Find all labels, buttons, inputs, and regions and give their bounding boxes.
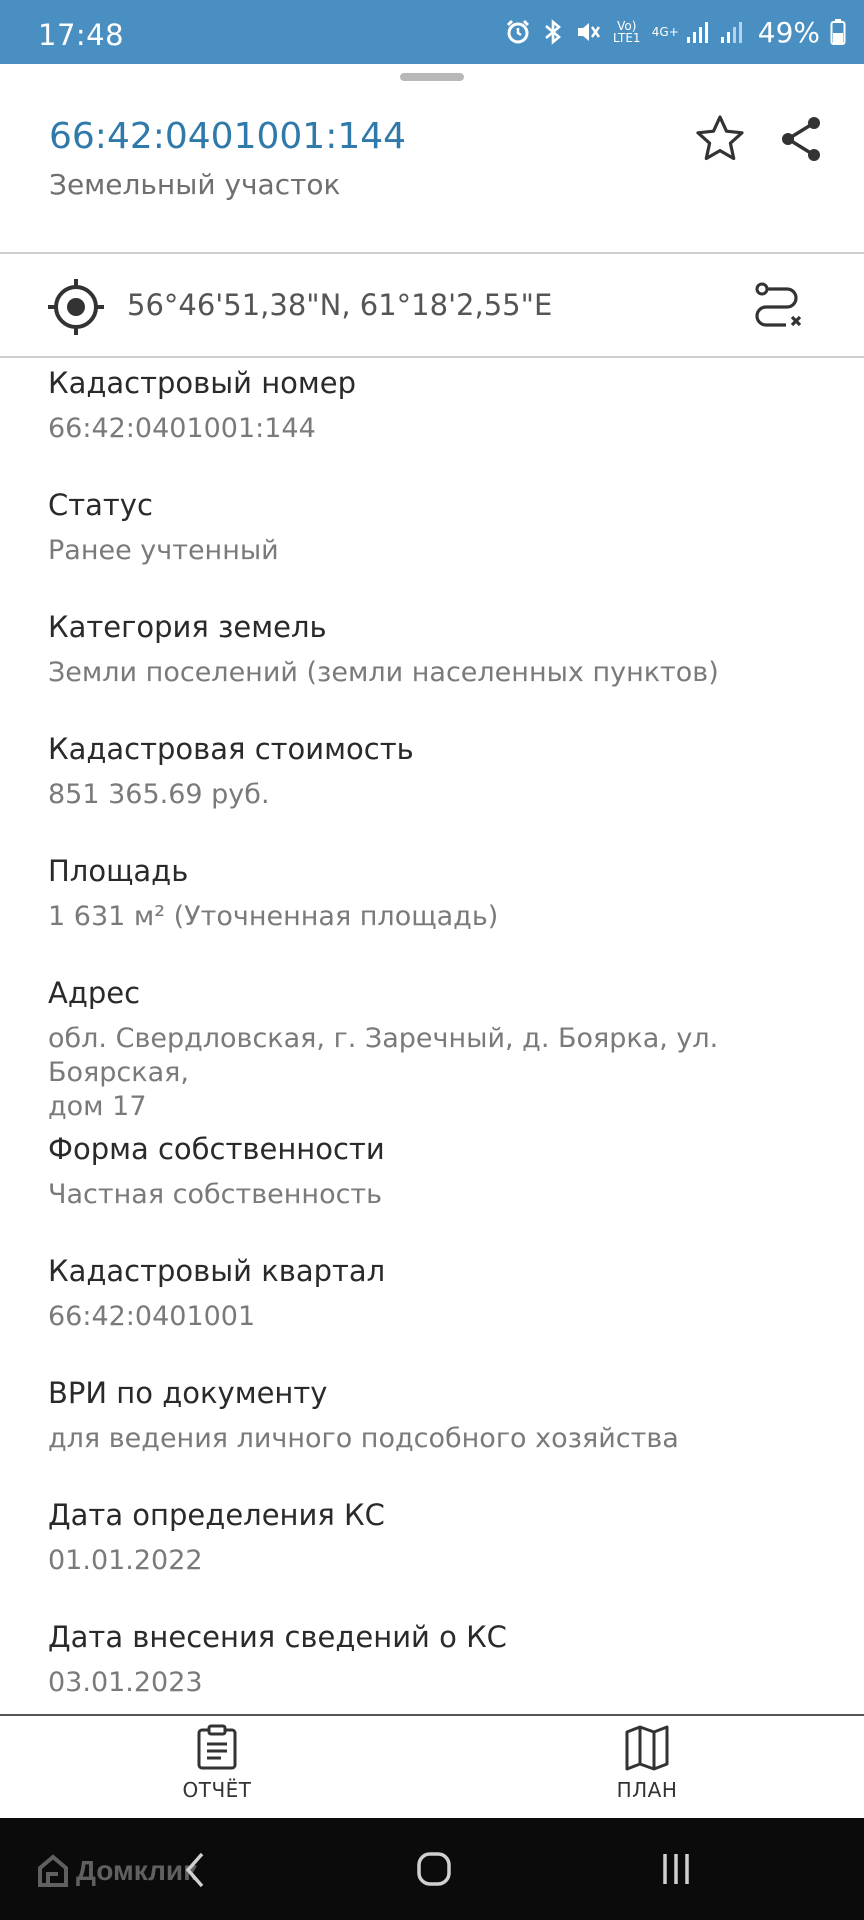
field-label: Форма собственности (48, 1132, 385, 1166)
field-value: Ранее учтенный (48, 535, 279, 566)
star-icon (696, 115, 744, 161)
field-value: Частная собственность (48, 1179, 383, 1210)
map-icon (625, 1725, 669, 1771)
field-label: Площадь (48, 854, 189, 888)
target-icon (48, 279, 104, 335)
list-item: Кадастровый номер 66:42:0401001:144 (48, 364, 838, 446)
tab-plan-label: ПЛАН (616, 1778, 678, 1802)
list-item: Категория земель Земли поселений (земли … (48, 608, 838, 690)
domclick-logo-icon (38, 1854, 68, 1887)
4g-icon: 4G+ (651, 25, 679, 39)
system-nav-bar: Домклик (0, 1818, 864, 1920)
field-value: 1 631 м² (Уточненная площадь) (48, 901, 499, 932)
field-label: Дата внесения сведений о КС (48, 1620, 507, 1654)
home-button[interactable] (404, 1844, 464, 1896)
field-label: Кадастровый квартал (48, 1254, 386, 1288)
signal-icon (720, 22, 742, 43)
field-value: 851 365.69 руб. (48, 779, 270, 810)
status-time: 17:48 (38, 18, 125, 52)
divider (0, 252, 864, 254)
share-icon (782, 117, 820, 161)
recents-icon (663, 1854, 689, 1884)
field-value: 01.01.2022 (48, 1545, 203, 1576)
back-button[interactable] (166, 1844, 226, 1896)
field-label: Кадастровый номер (48, 366, 357, 400)
field-label: Статус (48, 488, 153, 522)
favorite-button[interactable] (692, 111, 748, 167)
tab-report-label: ОТЧЁТ (182, 1778, 252, 1802)
field-value-line: обл. Свердловская, г. Заречный, д. Боярк… (48, 1023, 719, 1088)
locate-button[interactable] (46, 277, 106, 337)
field-label: Адрес (48, 976, 141, 1010)
share-button[interactable] (774, 111, 830, 167)
field-label: ВРИ по документу (48, 1376, 328, 1410)
volte-icon: Vo) LTE1 (612, 20, 642, 44)
list-item: Адрес обл. Свердловская, г. Заречный, д.… (48, 974, 838, 1124)
page-title: 66:42:0401001:144 (49, 116, 407, 157)
tab-report[interactable]: ОТЧЁТ (127, 1716, 307, 1818)
signal-icon (686, 22, 708, 43)
route-button[interactable] (750, 277, 810, 337)
field-value: 03.01.2023 (48, 1667, 203, 1698)
status-icons: Vo) LTE1 4G+ 49% (504, 12, 846, 52)
list-item: Кадастровая стоимость 851 365.69 руб. (48, 730, 838, 812)
page-subtitle: Земельный участок (49, 168, 341, 201)
field-value: 66:42:0401001:144 (48, 413, 316, 444)
mute-icon (577, 23, 600, 41)
list-item: Дата определения КС 01.01.2022 (48, 1496, 838, 1578)
list-item: ВРИ по документу для ведения личного под… (48, 1374, 838, 1456)
home-icon (417, 1852, 451, 1886)
list-item: Статус Ранее учтенный (48, 486, 838, 568)
list-item: Площадь 1 631 м² (Уточненная площадь) (48, 852, 838, 934)
clipboard-icon (197, 1724, 237, 1770)
list-item: Кадастровый квартал 66:42:0401001 (48, 1252, 838, 1334)
list-item: Форма собственности Частная собственност… (48, 1130, 838, 1212)
tab-plan[interactable]: ПЛАН (557, 1716, 737, 1818)
bottom-nav: ОТЧЁТ ПЛАН (0, 1714, 864, 1818)
recents-button[interactable] (646, 1844, 706, 1896)
field-value: Земли поселений (земли населенных пункто… (48, 657, 719, 688)
status-bar: 17:48 Vo) LTE1 4G+ 49% (0, 0, 864, 64)
field-label: Кадастровая стоимость (48, 732, 414, 766)
coordinates-row: 56°46'51,38"N, 61°18'2,55"E (0, 255, 864, 355)
field-value: для ведения личного подсобного хозяйства (48, 1423, 679, 1454)
volte-text: Vo) LTE1 (612, 19, 641, 45)
battery-icon (830, 19, 846, 45)
field-label: Дата определения КС (48, 1498, 385, 1532)
sheet-drag-handle[interactable] (400, 73, 464, 81)
bluetooth-icon (544, 19, 561, 45)
network-type-text: 4G+ (651, 25, 679, 39)
battery-percent: 49% (757, 15, 820, 49)
field-value: обл. Свердловская, г. Заречный, д. Боярк… (48, 1022, 838, 1124)
list-item: Дата внесения сведений о КС 03.01.2023 (48, 1618, 838, 1700)
coordinates-text[interactable]: 56°46'51,38"N, 61°18'2,55"E (127, 288, 552, 322)
details-list[interactable]: Кадастровый номер 66:42:0401001:144 Стат… (0, 358, 864, 1714)
back-icon (185, 1852, 204, 1888)
field-value-line: дом 17 (48, 1091, 147, 1122)
route-icon (755, 282, 802, 327)
field-label: Категория земель (48, 610, 327, 644)
field-value: 66:42:0401001 (48, 1301, 256, 1332)
alarm-icon (506, 19, 529, 44)
